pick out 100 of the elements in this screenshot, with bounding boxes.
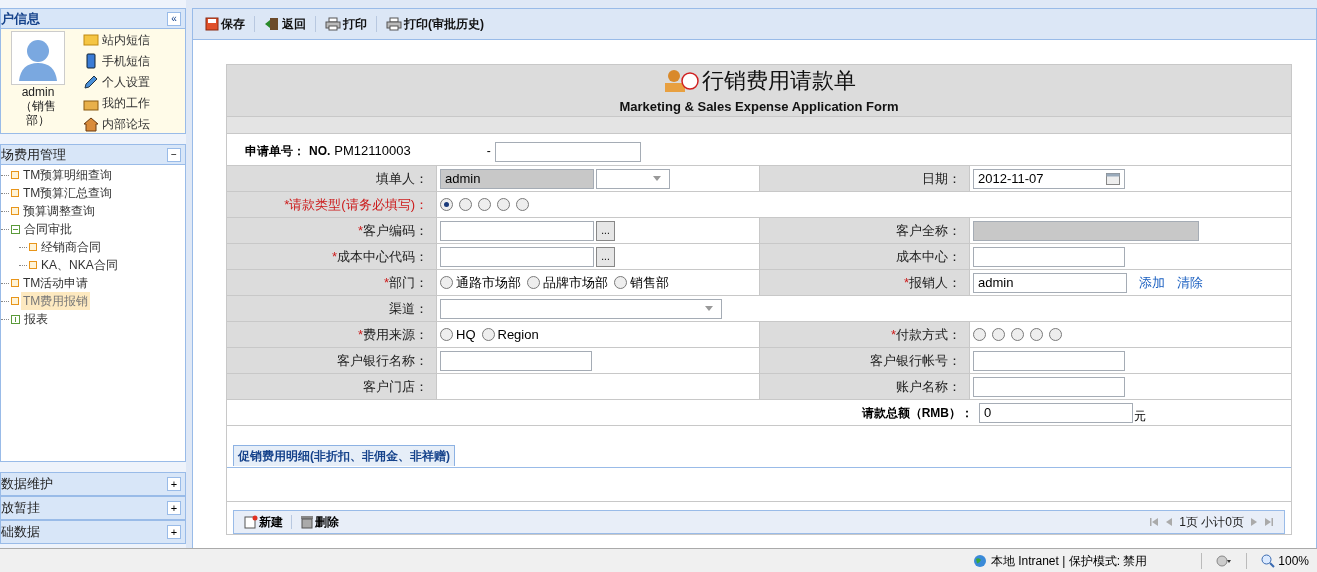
tree-item[interactable]: 报表	[22, 310, 50, 328]
form-number-label: 申请单号：	[245, 143, 305, 160]
tree-item[interactable]: TM费用报销	[21, 292, 91, 310]
currency-unit: 元	[1134, 407, 1146, 425]
field-label: 客户全称：	[896, 221, 961, 240]
radio-button[interactable]	[478, 198, 491, 211]
sidebar-link[interactable]: 手机短信	[102, 52, 150, 70]
tree-item[interactable]: TM预算明细查询	[21, 166, 115, 184]
lookup-button[interactable]: ...	[596, 220, 615, 241]
expand-button[interactable]: +	[167, 501, 181, 515]
next-page-icon[interactable]	[1250, 517, 1258, 527]
zoom-level: 100%	[1278, 552, 1309, 570]
tree-item[interactable]: 合同审批	[22, 220, 74, 238]
field-label: *报销人：	[903, 273, 961, 292]
collapsed-panel[interactable]: 础数据 +	[0, 520, 186, 544]
input-field[interactable]	[440, 220, 594, 241]
radio-button[interactable]	[440, 328, 453, 341]
tree-item[interactable]: 预算调整查询	[21, 202, 97, 220]
field-label: *成本中心代码：	[331, 247, 428, 266]
expand-icon[interactable]	[11, 314, 20, 324]
select-field[interactable]	[440, 298, 722, 319]
radio-button[interactable]	[497, 198, 510, 211]
radio-button[interactable]	[440, 198, 453, 211]
phone-icon	[83, 53, 99, 69]
door-arrow-icon	[264, 17, 280, 31]
toolbar-button[interactable]: 保存	[205, 15, 245, 33]
panel-title: 场费用管理	[1, 145, 66, 164]
field-label: 客户银行帐号：	[870, 351, 961, 370]
radio-button[interactable]	[1049, 328, 1062, 341]
collapsed-panel[interactable]: 放暂挂 +	[0, 496, 186, 520]
calendar-icon	[1106, 172, 1120, 185]
input-field[interactable]	[973, 350, 1125, 371]
toolbar-button[interactable]: 打印(审批历史)	[386, 15, 484, 33]
grid-action-button[interactable]: 删除	[300, 513, 339, 531]
field-label: *费用来源：	[357, 325, 428, 344]
detail-tab[interactable]: 促销费用明细(非折扣、非佣金、非祥赠)	[233, 445, 455, 466]
form-number-prefix: NO.	[309, 143, 331, 160]
sidebar-link[interactable]: 站内短信	[102, 31, 150, 49]
field-label: 渠道：	[389, 299, 428, 318]
total-label: 请款总额（RMB）：	[861, 404, 973, 422]
previous-page-icon[interactable]	[1165, 517, 1174, 527]
sidebar-link[interactable]: 我的工作	[102, 94, 150, 112]
radio-button[interactable]	[973, 328, 986, 341]
form-subtitle: Marketing & Sales Expense Application Form	[619, 98, 899, 117]
pager-info: 1页 小计0页	[1179, 514, 1244, 531]
security-zone: 本地 Intranet | 保护模式: 禁用	[990, 552, 1148, 570]
expand-button[interactable]: +	[167, 525, 181, 539]
form-number: PM12110003	[334, 141, 411, 160]
collapsed-panel[interactable]: 数据维护 +	[0, 472, 186, 496]
action-link[interactable]: 清除	[1177, 272, 1203, 293]
input-field[interactable]	[973, 246, 1125, 267]
first-page-icon[interactable]	[1149, 517, 1160, 527]
input-field[interactable]	[494, 142, 641, 162]
radio-button[interactable]	[481, 328, 495, 341]
sidebar-link[interactable]: 内部论坛	[102, 115, 150, 133]
input-field[interactable]	[440, 246, 594, 267]
new-document-icon	[244, 515, 258, 529]
tree-item[interactable]: 经销商合同	[39, 238, 103, 256]
panel-title: 础数据	[1, 523, 40, 542]
tree-item[interactable]: KA、NKA合同	[39, 256, 120, 274]
date-field[interactable]: 2012-11-07	[973, 168, 1125, 189]
last-page-icon[interactable]	[1264, 517, 1274, 527]
user-name: admin	[21, 85, 55, 99]
toolbar-button[interactable]: 打印	[325, 15, 367, 33]
dropdown-caret-icon	[705, 306, 713, 311]
zoom-icon[interactable]	[1261, 553, 1276, 568]
select-field[interactable]	[596, 168, 670, 189]
field-label: 日期：	[922, 169, 961, 188]
grid-action-button[interactable]: 新建	[244, 513, 283, 531]
input-field[interactable]	[440, 350, 592, 371]
total-field[interactable]: 0	[979, 402, 1133, 423]
lookup-button[interactable]: ...	[596, 246, 615, 267]
input-field[interactable]: admin	[973, 272, 1127, 293]
collapse-button[interactable]: −	[167, 147, 181, 162]
radio-button[interactable]	[440, 276, 453, 289]
field-label: *付款方式：	[890, 325, 961, 344]
save-icon	[205, 17, 219, 31]
radio-button[interactable]	[614, 276, 627, 289]
radio-label: 品牌市场部	[543, 273, 608, 292]
radio-button[interactable]	[992, 328, 1005, 341]
radio-button[interactable]	[1011, 328, 1024, 341]
action-link[interactable]: 添加	[1139, 272, 1165, 293]
radio-label: 销售部	[630, 273, 669, 292]
collapse-icon[interactable]	[11, 224, 20, 234]
tree-item[interactable]: TM预算汇总查询	[21, 184, 115, 202]
sidebar-link[interactable]: 个人设置	[102, 73, 150, 91]
input-field[interactable]	[973, 376, 1125, 397]
house-icon	[83, 116, 99, 132]
toolbar-button[interactable]: 返回	[264, 15, 306, 33]
leaf-icon	[11, 297, 19, 305]
radio-button[interactable]	[1030, 328, 1043, 341]
collapse-button[interactable]: «	[167, 11, 181, 26]
radio-button[interactable]	[516, 198, 529, 211]
radio-button[interactable]	[527, 276, 540, 289]
printer-icon	[325, 17, 341, 31]
pencil-icon	[83, 74, 99, 90]
radio-button[interactable]	[459, 198, 472, 211]
envelope-icon	[83, 32, 99, 48]
tree-item[interactable]: TM活动申请	[21, 274, 91, 292]
expand-button[interactable]: +	[167, 477, 181, 491]
